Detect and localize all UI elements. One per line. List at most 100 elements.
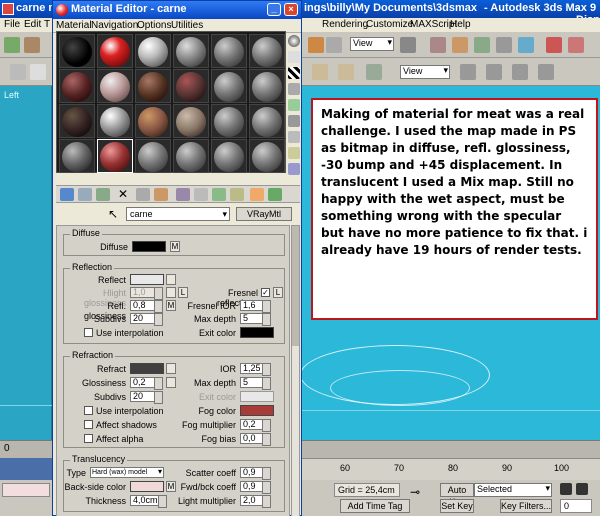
refr-exit-color-swatch[interactable] <box>240 391 274 402</box>
menu-options[interactable]: Options <box>137 20 171 31</box>
put-to-scene-icon[interactable] <box>78 188 92 201</box>
hilight-gloss-map-button[interactable] <box>166 287 176 298</box>
translucency-type-dropdown[interactable]: Hard (wax) model <box>90 467 164 478</box>
scale-icon[interactable] <box>326 37 342 53</box>
teapot-icon-2[interactable] <box>486 64 502 80</box>
current-frame-field[interactable]: 0 <box>560 499 592 513</box>
menu-navigation[interactable]: Navigation <box>91 20 138 31</box>
sample-slot[interactable] <box>135 34 171 68</box>
mirror-icon[interactable] <box>430 37 446 53</box>
sample-slot[interactable] <box>59 34 95 68</box>
sample-slot[interactable] <box>59 139 95 173</box>
show-map-icon[interactable] <box>212 188 226 201</box>
refract-color-swatch[interactable] <box>130 363 164 374</box>
select-icon[interactable] <box>10 64 26 80</box>
curve-editor-icon[interactable] <box>496 37 512 53</box>
fog-mult-input[interactable]: 0,2 <box>240 419 271 432</box>
viewport-left[interactable] <box>0 86 52 440</box>
sample-slot[interactable] <box>173 34 209 68</box>
refr-use-interp-checkbox[interactable] <box>84 406 93 415</box>
refr-max-depth-input[interactable]: 5 <box>240 377 271 390</box>
menu-rendering[interactable]: Rendering <box>322 19 368 30</box>
angle-snap-icon[interactable] <box>338 64 354 80</box>
menu-material[interactable]: Material <box>56 20 92 31</box>
snap-icon[interactable] <box>312 64 328 80</box>
go-forward-sibling-icon[interactable] <box>268 188 282 201</box>
background-icon[interactable] <box>288 67 300 79</box>
fog-bias-input[interactable]: 0,0 <box>240 433 271 446</box>
sample-slot[interactable] <box>97 34 133 68</box>
sample-slot[interactable] <box>211 104 247 138</box>
sample-slot[interactable] <box>59 104 95 138</box>
material-id-icon[interactable] <box>194 188 208 201</box>
refl-gloss-map-button[interactable]: M <box>166 300 176 311</box>
reflect-map-button[interactable] <box>166 274 176 285</box>
refract-map-button[interactable] <box>166 363 176 374</box>
fog-color-swatch[interactable] <box>240 405 274 416</box>
teapot-icon-3[interactable] <box>512 64 528 80</box>
material-name-field[interactable]: carne <box>126 207 230 221</box>
sample-slot[interactable] <box>173 139 209 173</box>
sample-slot[interactable] <box>211 34 247 68</box>
goto-start-icon[interactable] <box>560 483 572 495</box>
make-unique-icon[interactable] <box>154 188 168 201</box>
set-key-button[interactable]: Set Key <box>440 499 474 513</box>
assign-material-icon[interactable] <box>96 188 110 201</box>
rollout-scrollbar[interactable] <box>291 225 300 516</box>
track-ruler[interactable]: 60 70 80 90 100 <box>300 458 600 480</box>
ior-input[interactable]: 1,25 <box>240 363 271 376</box>
sample-slot[interactable] <box>97 104 133 138</box>
sample-slot[interactable] <box>249 34 285 68</box>
diffuse-color-swatch[interactable] <box>132 241 166 252</box>
menu-tools[interactable]: T <box>44 19 50 30</box>
fwd-bck-input[interactable]: 0,9 <box>240 481 271 494</box>
sample-slot[interactable] <box>173 69 209 103</box>
fresnel-lock-button[interactable]: L <box>273 287 283 298</box>
prev-frame-icon[interactable] <box>576 483 588 495</box>
pick-material-icon[interactable]: ↖ <box>108 207 118 221</box>
refr-subdivs-input[interactable]: 20 <box>130 391 163 404</box>
teapot-icon[interactable] <box>460 64 476 80</box>
backlight-icon[interactable] <box>288 51 300 63</box>
align-icon[interactable] <box>452 37 468 53</box>
refr-gloss-map-button[interactable] <box>166 377 176 388</box>
fresnel-ior-input[interactable]: 1,6 <box>240 300 271 313</box>
refl-max-depth-input[interactable]: 5 <box>240 313 271 326</box>
view-dropdown-2[interactable]: View <box>400 65 450 79</box>
back-side-color-swatch[interactable] <box>130 481 164 492</box>
back-side-map-button[interactable]: M <box>166 481 176 492</box>
refl-subdivs-input[interactable]: 20 <box>130 313 163 326</box>
sample-slot[interactable] <box>249 104 285 138</box>
make-preview-icon[interactable] <box>288 115 300 127</box>
diffuse-map-button[interactable]: M <box>170 241 180 252</box>
hilight-gloss-input[interactable]: 1,0 <box>130 287 163 300</box>
affect-shadows-checkbox[interactable] <box>84 420 93 429</box>
reference-coord-dropdown[interactable]: View <box>350 37 394 51</box>
key-filters-button[interactable]: Key Filters... <box>500 499 552 513</box>
refl-exit-color-swatch[interactable] <box>240 327 274 338</box>
material-editor-title-bar[interactable]: Material Editor - carne _ × <box>53 1 301 19</box>
minimize-button[interactable]: _ <box>267 3 281 16</box>
menu-utilities[interactable]: Utilities <box>171 20 203 31</box>
refl-use-interp-checkbox[interactable] <box>84 328 93 337</box>
menu-help[interactable]: Help <box>450 19 471 30</box>
material-navigator-icon[interactable] <box>288 163 300 175</box>
reflect-color-swatch[interactable] <box>130 274 164 285</box>
sample-slot[interactable] <box>135 139 171 173</box>
sample-slot[interactable] <box>249 69 285 103</box>
hilight-lock-button[interactable]: L <box>178 287 188 298</box>
undo-icon[interactable] <box>4 37 20 53</box>
teapot-icon-4[interactable] <box>538 64 554 80</box>
light-mult-input[interactable]: 2,0 <box>240 495 271 508</box>
thickness-input[interactable]: 4,0cm <box>130 495 167 508</box>
menu-file[interactable]: File <box>4 19 20 30</box>
sample-slot[interactable] <box>173 104 209 138</box>
redo-icon[interactable] <box>24 37 40 53</box>
show-end-result-icon[interactable] <box>230 188 244 201</box>
layer-icon[interactable] <box>474 37 490 53</box>
sample-slot[interactable] <box>135 104 171 138</box>
eye-icon[interactable] <box>30 64 46 80</box>
material-editor-icon[interactable] <box>546 37 562 53</box>
auto-key-button[interactable]: Auto Key <box>440 483 474 507</box>
material-type-button[interactable]: VRayMtl <box>236 207 292 221</box>
